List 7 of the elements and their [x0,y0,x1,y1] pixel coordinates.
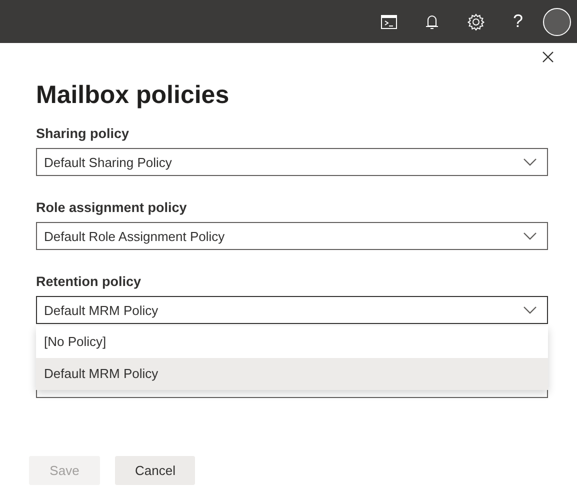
dropdown-value: Default MRM Policy [44,302,158,318]
panel-title: Mailbox policies [36,81,230,111]
field-label: Sharing policy [36,125,130,143]
dropdown-value: Default Sharing Policy [44,154,172,170]
field-label: Retention policy [36,273,142,291]
field-label: Role assignment policy [36,199,188,217]
dropdown-value: Default Role Assignment Policy [44,228,225,244]
